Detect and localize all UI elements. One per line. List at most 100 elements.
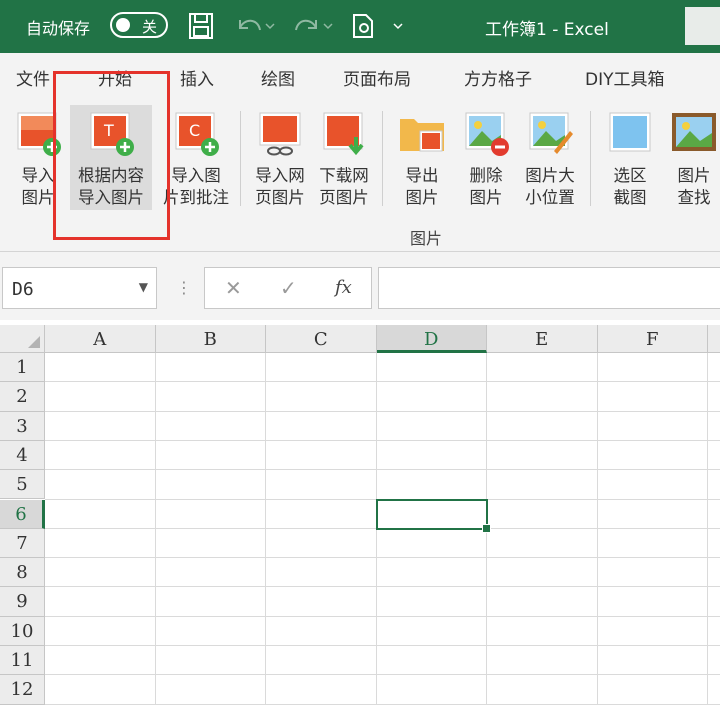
column-header-f[interactable]: F — [597, 325, 708, 353]
grid-row-line — [45, 703, 720, 705]
selection-screenshot-button[interactable]: 选区 截图 — [598, 105, 662, 210]
delete-image-icon — [465, 112, 509, 156]
delete-image-label: 删除 图片 — [469, 166, 503, 207]
ribbon-separator — [590, 111, 591, 206]
svg-text:C: C — [189, 121, 200, 140]
grid-row-line — [45, 469, 720, 471]
select-all-icon — [28, 336, 40, 348]
column-header-b[interactable]: B — [155, 325, 266, 353]
export-image-label: 导出 图片 — [405, 166, 439, 207]
row-header-10[interactable]: 10 — [0, 616, 45, 646]
row-header-9[interactable]: 9 — [0, 587, 45, 617]
save-icon[interactable] — [188, 12, 214, 40]
image-size-icon — [529, 112, 573, 154]
column-header-d[interactable]: D — [376, 325, 487, 353]
undo-icon[interactable] — [232, 12, 276, 40]
toggle-knob — [116, 18, 130, 32]
import-to-comment-button[interactable]: C 导入图 片到批注 — [160, 105, 232, 210]
web-image-import-label: 导入网 页图片 — [255, 166, 305, 207]
row-header-8[interactable]: 8 — [0, 558, 45, 588]
selected-cell[interactable] — [375, 498, 491, 533]
tab-file[interactable]: 文件 — [16, 65, 50, 90]
tab-home[interactable]: 开始 — [98, 65, 132, 90]
export-image-button[interactable]: 导出 图片 — [390, 105, 454, 210]
import-image-button[interactable]: 导入 图片 — [6, 105, 70, 210]
ribbon-separator — [382, 111, 383, 206]
row-header-4[interactable]: 4 — [0, 440, 45, 471]
insert-function-icon[interactable]: fx — [335, 277, 352, 298]
chevron-down-icon[interactable]: ▼ — [139, 280, 148, 294]
grid-row-line — [45, 615, 720, 617]
toggle-state: 关 — [142, 18, 158, 36]
row-header-2[interactable]: 2 — [0, 382, 45, 412]
print-preview-icon[interactable] — [350, 12, 410, 40]
select-all-button[interactable] — [0, 325, 45, 353]
ribbon-separator — [240, 111, 241, 206]
import-to-comment-label: 导入图 片到批注 — [163, 166, 229, 207]
import-image-label: 导入 图片 — [21, 166, 55, 207]
grid-row-line — [45, 381, 720, 383]
image-size-label: 图片大 小位置 — [525, 166, 575, 207]
name-box[interactable]: D6 ▼ — [2, 267, 157, 309]
column-header-c[interactable]: C — [266, 325, 377, 353]
download-web-image-label: 下载网 页图片 — [319, 166, 369, 207]
account-area[interactable] — [685, 7, 720, 45]
row-header-1[interactable]: 1 — [0, 353, 45, 383]
import-by-content-label: 根据内容 导入图片 — [78, 166, 144, 207]
fill-handle[interactable] — [482, 523, 491, 533]
download-web-image-icon — [323, 112, 364, 156]
grid-row-line — [45, 645, 720, 646]
formula-buttons: ✕ ✓ fx — [204, 267, 372, 309]
import-by-content-button[interactable]: T 根据内容 导入图片 — [70, 105, 152, 210]
autosave-toggle[interactable]: 关 — [110, 12, 168, 38]
cancel-icon[interactable]: ✕ — [225, 276, 242, 300]
import-to-comment-icon: C — [175, 112, 219, 156]
grid-row-line — [45, 557, 720, 559]
grid-column-line — [265, 353, 266, 705]
row-header-7[interactable]: 7 — [0, 528, 45, 559]
grid-row-line — [45, 674, 720, 676]
delete-image-button[interactable]: 删除 图片 — [454, 105, 518, 210]
image-find-icon — [672, 113, 716, 151]
grid-row-line — [45, 410, 720, 412]
download-web-image-button[interactable]: 下载网 页图片 — [312, 105, 376, 210]
formula-bar: D6 ▼ ⋮ ✕ ✓ fx — [0, 252, 720, 320]
selection-screenshot-label: 选区 截图 — [613, 166, 647, 207]
grid-row-line — [45, 439, 720, 441]
tab-draw[interactable]: 绘图 — [261, 65, 295, 90]
web-image-import-button[interactable]: 导入网 页图片 — [248, 105, 312, 210]
redo-icon[interactable] — [290, 12, 334, 40]
row-header-11[interactable]: 11 — [0, 646, 45, 676]
svg-text:T: T — [103, 121, 114, 140]
tab-fangfang[interactable]: 方方格子 — [464, 65, 532, 90]
enter-icon[interactable]: ✓ — [280, 276, 297, 300]
row-header-6[interactable]: 6 — [0, 499, 45, 529]
formula-input[interactable] — [378, 267, 720, 309]
row-header-3[interactable]: 3 — [0, 411, 45, 441]
grid-row-line — [45, 586, 720, 588]
document-title: 工作簿1 - Excel — [485, 20, 609, 40]
grid-column-line — [154, 353, 156, 705]
grid-column-line — [707, 353, 708, 705]
image-find-button[interactable]: 图片 查找 — [662, 105, 720, 210]
import-by-content-icon: T — [90, 112, 134, 156]
tab-page-layout[interactable]: 页面布局 — [343, 65, 411, 90]
grid-column-line — [596, 353, 598, 705]
ribbon-panel: 导入 图片 T 根据内容 导入图片 C 导入图 片到批注 导入网 页图片 下载网… — [0, 97, 720, 252]
row-header-5[interactable]: 5 — [0, 470, 45, 500]
spreadsheet-grid: A B C D E F 1 2 3 4 5 6 7 8 9 10 11 12 — [0, 325, 720, 705]
column-header-e[interactable]: E — [487, 325, 598, 353]
more-options-icon[interactable]: ⋮ — [176, 278, 192, 297]
import-image-icon — [17, 112, 61, 156]
row-header-12[interactable]: 12 — [0, 675, 45, 705]
image-size-button[interactable]: 图片大 小位置 — [518, 105, 582, 210]
export-image-icon — [400, 119, 444, 152]
title-bar: 自动保存 关 工作簿1 - Excel — [0, 0, 720, 53]
tab-diy-toolbox[interactable]: DIY工具箱 — [585, 65, 665, 90]
autosave-label: 自动保存 — [26, 19, 91, 38]
tab-insert[interactable]: 插入 — [180, 65, 214, 90]
column-header-partial[interactable] — [708, 325, 720, 353]
column-header-a[interactable]: A — [45, 325, 156, 353]
name-box-value: D6 — [12, 279, 34, 300]
selection-screenshot-icon — [609, 112, 651, 152]
